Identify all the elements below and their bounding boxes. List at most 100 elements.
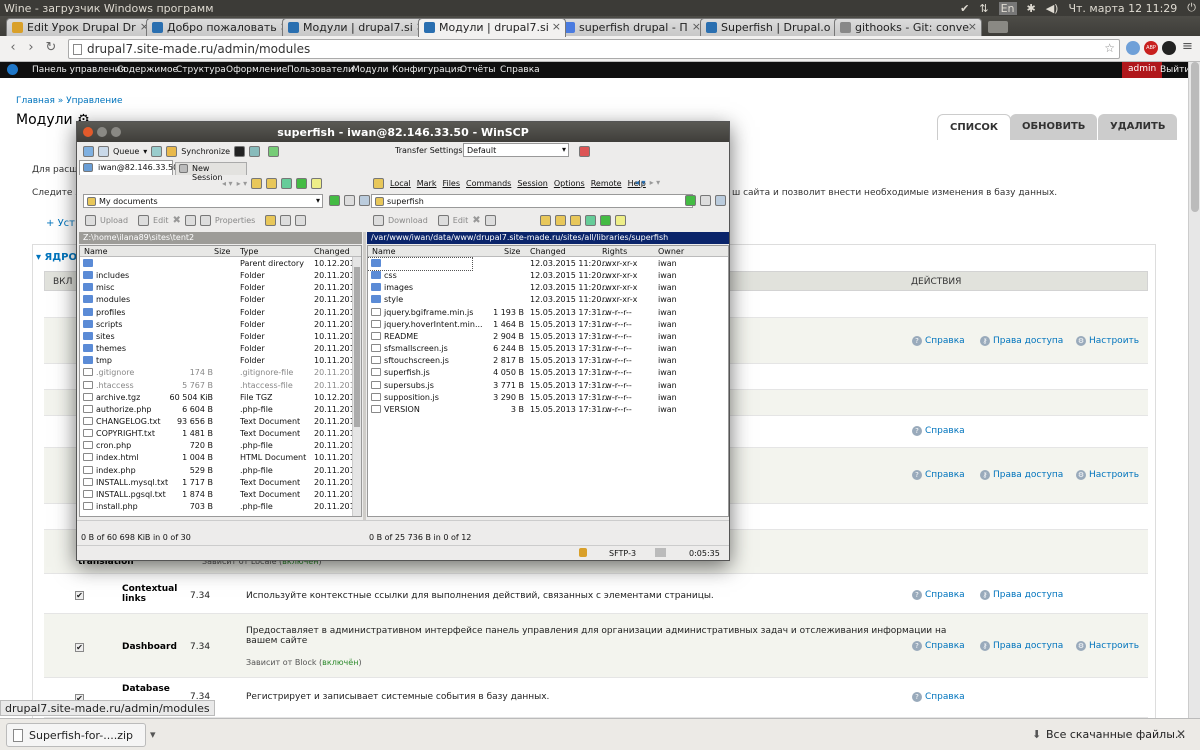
module-enabled-checkbox[interactable]: ✔ [75,643,84,652]
file-row[interactable]: profiles Folder 20.11.2014 [80,307,361,319]
admin-menu-item[interactable]: Пользователи [287,65,354,75]
core-fieldset-legend[interactable]: ▾ ЯДРО [36,252,77,263]
menu-item-options[interactable]: Options [554,179,585,188]
file-row[interactable]: sftouchscreen.js 2 817 B 15.05.2013 17:31.… [368,355,728,367]
session-tab[interactable]: iwan@82.146.33.50 [79,160,178,175]
drupal-home-icon[interactable] [7,64,18,75]
admin-menu-item[interactable]: Конфигурация [392,65,462,75]
new-folder-icon[interactable] [539,215,551,226]
file-row[interactable]: superfish.js 4 050 B 15.05.2013 17:31... rw… [368,367,728,379]
local-scrollbar[interactable] [352,257,361,516]
preferences-icon[interactable] [83,146,94,157]
dropbox-icon[interactable]: ✔ [960,2,969,15]
file-row[interactable]: style 12.03.2015 11:20... rwxr-xr-x iwan [368,294,728,306]
file-row[interactable]: CHANGELOG.txt 93 656 B Text Document 20.11.… [80,416,361,428]
help-link[interactable]: ? Справка [912,470,965,480]
root-dir-icon[interactable] [266,178,278,189]
transfer-settings-select[interactable]: Default ▾ [463,143,569,157]
edit-button[interactable]: Edit [453,216,469,225]
menu-item-session[interactable]: Session [517,179,548,188]
address-bar[interactable]: drupal7.site-made.ru/admin/modules ☆ [68,39,1120,59]
file-row[interactable]: INSTALL.mysql.txt 1 717 B Text Document 20.… [80,477,361,489]
chevron-down-icon[interactable]: ▾ [143,147,147,156]
filter-icon[interactable] [715,195,726,206]
network-icon[interactable]: ⇅ [979,2,988,15]
remote-directory-select[interactable]: superfish ▾ [371,194,693,208]
help-link[interactable]: ? Справка [912,641,965,651]
bluetooth-icon[interactable]: ✱ [1027,2,1036,15]
all-downloads-link[interactable]: Все скачанные файлы... [1046,728,1185,741]
file-row[interactable]: css 12.03.2015 11:20... rwxr-xr-x iwan [368,270,728,282]
file-row[interactable]: images 12.03.2015 11:20... rwxr-xr-x iwan [368,282,728,294]
admin-menu-item[interactable]: Панель управления [32,65,126,75]
breadcrumb[interactable]: Главная » Управление [16,96,123,106]
browser-tab[interactable]: Модули | drupal7.si× [282,18,430,36]
close-icon[interactable]: ✕ [1176,727,1186,741]
parent-dir-icon[interactable] [554,215,566,226]
file-row[interactable]: sites Folder 10.11.2014 [80,331,361,343]
add-bookmark-icon[interactable] [685,195,696,206]
queue-icon[interactable] [98,146,109,157]
filter-icon[interactable] [359,195,370,206]
parent-dir-icon[interactable] [251,178,263,189]
queue-button[interactable]: Queue [113,147,139,156]
menu-item-files[interactable]: Files [442,179,460,188]
edit-button[interactable]: Edit [153,216,169,225]
file-row[interactable]: themes Folder 20.11.2014 [80,343,361,355]
new-session-tab[interactable]: New Session [175,162,247,182]
tab-list[interactable]: СПИСОК [937,114,1012,140]
back-arrow-icon[interactable]: ◂ ▾ [222,179,233,188]
permissions-link[interactable]: ⚷ Права доступа [980,590,1063,600]
browser-tab[interactable]: Edit Урок Drupal Dr × [6,18,154,36]
forward-icon[interactable]: › [24,41,38,55]
file-row[interactable]: archive.tgz 60 504 KiB File TGZ 10.12.2014 [80,392,361,404]
file-row[interactable]: index.html 1 004 B HTML Document 10.11.2014 [80,452,361,464]
extension-icon[interactable] [1126,41,1140,55]
synchronize-button[interactable]: Synchronize [181,147,230,156]
file-row[interactable]: index.php 529 B .php-file 20.11.2014 [80,465,361,477]
file-row[interactable]: README 2 904 B 15.05.2013 17:31... rw-r--r-… [368,331,728,343]
download-menu-icon[interactable]: ▾ [150,728,156,741]
col-name[interactable]: Name [84,247,108,256]
file-row[interactable]: 12.03.2015 11:20... rwxr-xr-x iwan [368,257,677,271]
compare-icon[interactable] [151,146,163,157]
sessions-icon[interactable] [268,146,280,157]
file-row[interactable]: jquery.bgiframe.min.js 1 193 B 15.05.2013 … [368,307,728,319]
local-scrollbar-thumb[interactable] [354,267,360,427]
configure-link[interactable]: ⚙ Настроить [1076,336,1139,346]
help-link[interactable]: ? Справка [912,590,965,600]
file-row[interactable]: install.php 703 B .php-file 20.11.2014 [80,501,361,513]
bookmark-star-icon[interactable]: ☆ [1104,41,1115,55]
file-row[interactable]: misc Folder 20.11.2014 [80,282,361,294]
remove-icon[interactable] [344,195,355,206]
col-changed[interactable]: Changed [530,247,566,256]
close-window-icon[interactable] [83,127,93,137]
download-item[interactable]: Superfish-for-....zip [6,723,146,747]
file-row[interactable]: jquery.hoverIntent.min... 1 464 B 15.05.20… [368,319,728,331]
volume-icon[interactable]: ◀) [1046,2,1059,15]
menu-item-remote[interactable]: Remote [591,179,622,188]
col-name[interactable]: Name [372,247,396,256]
col-size[interactable]: Size [504,247,520,256]
properties-button[interactable]: Properties [215,216,255,225]
file-row[interactable]: modules Folder 20.11.2014 [80,294,361,306]
menu-item-local[interactable]: Local [390,179,411,188]
back-arrow-icon[interactable]: ◂ ▾ [635,178,646,187]
back-icon[interactable]: ‹ [6,41,20,55]
unselect-icon[interactable] [295,215,307,226]
select-all-icon[interactable] [280,215,292,226]
file-row[interactable]: tmp Folder 10.11.2014 [80,355,361,367]
tab-close-icon[interactable]: × [968,20,977,33]
file-row[interactable]: sfsmallscreen.js 6 244 B 15.05.2013 17:31.… [368,343,728,355]
local-file-panel[interactable]: Name Size Type Changed Parent directory 1… [79,245,362,517]
rename-icon[interactable] [484,215,496,226]
tab-uninstall[interactable]: УДАЛИТЬ [1098,114,1178,140]
help-link[interactable]: ? Справка [912,336,965,346]
permissions-link[interactable]: ⚷ Права доступа [980,641,1063,651]
file-row[interactable]: supersubs.js 3 771 B 15.05.2013 17:31... rw… [368,380,728,392]
maximize-window-icon[interactable] [111,127,121,137]
panel-splitter[interactable] [363,232,366,520]
new-folder-icon[interactable] [265,215,277,226]
file-row[interactable]: .gitignore 174 B .gitignore-file 20.11.2014 [80,367,361,379]
delete-icon[interactable]: ✖ [472,215,480,226]
